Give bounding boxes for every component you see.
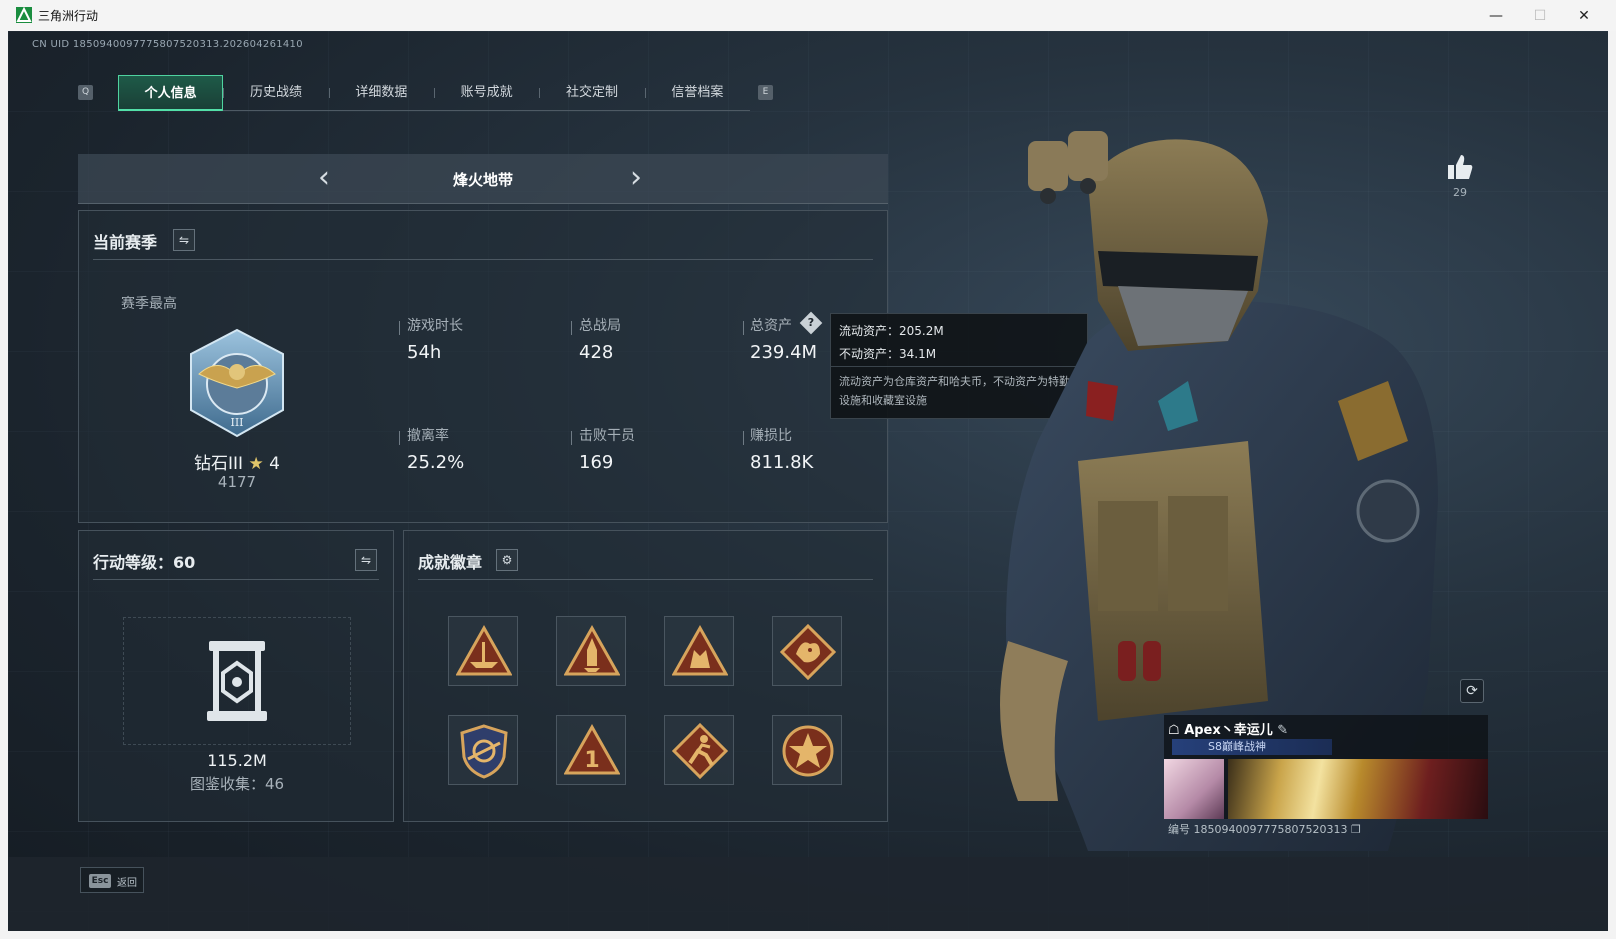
stat-label-extract-rate: 撤离率 [407,428,449,444]
tab-next-key[interactable]: E [758,85,773,100]
tab-bar: Q 个人信息 历史战绩 详细数据 账号成就 社交定制 信誉档案 E [78,75,778,111]
tab-history[interactable]: 历史战绩 [223,75,328,111]
mode-selector: ‹ 烽火地带 › [78,154,888,204]
thumbs-up-icon[interactable] [1446,153,1474,181]
close-button[interactable]: ✕ [1564,4,1604,28]
app-window: 三角洲行动 — ☐ ✕ CN UID 185094009777580752031… [0,0,1616,939]
achievements-panel: 成就徽章 ⚙ 1 [403,530,888,822]
dragon-badge-icon[interactable] [772,616,842,686]
tab-reputation[interactable]: 信誉档案 [644,75,750,111]
id-card-icon: ☖ [1168,723,1180,738]
ship-badge-icon[interactable] [448,616,518,686]
shield-badge-icon[interactable] [448,715,518,785]
esc-key: Esc [89,874,111,888]
season-panel: 当前赛季 ⇋ 赛季最高 III 钻石III ★ 4 4177 游戏时长 54h … [78,210,888,523]
stat-value-playtime: 54h [407,342,442,363]
wolf-badge-icon[interactable] [664,616,734,686]
number-one-badge-icon[interactable]: 1 [556,715,626,785]
player-name: ☖ Apex丶幸运儿 ✎ [1168,723,1289,738]
stat-label-profit-ratio: 赚损比 [750,428,792,444]
rank-line: 钻石III ★ 4 [119,449,355,474]
likes-count: 29 [1453,186,1467,199]
tabs-row: 个人信息 历史战绩 详细数据 账号成就 社交定制 信誉档案 [118,75,750,111]
level-value: 115.2M [207,751,267,770]
back-button[interactable]: Esc 返回 [80,867,144,893]
level-panel: 行动等级：60 ⇋ 115.2M 图鉴收集：46 [78,530,394,822]
rotate-model-icon[interactable]: ⟳ [1460,679,1484,703]
tab-achievements[interactable]: 账号成就 [434,75,539,111]
gear-icon[interactable]: ⚙ [496,549,518,571]
divider [418,579,873,580]
tab-detailed-data[interactable]: 详细数据 [328,75,434,111]
title-badge: S8巅峰战神 [1172,739,1332,755]
window-title: 三角洲行动 [38,9,99,23]
back-label: 返回 [117,878,137,889]
tab-personal-info[interactable]: 个人信息 [118,75,224,111]
copy-icon[interactable]: ❐ [1351,823,1361,836]
bottom-bar [8,857,1608,931]
svg-text:III: III [230,416,243,429]
rank-stars: 4 [269,454,280,474]
player-id: 编号 1850940097775807520313 ❐ [1168,823,1361,836]
star-badge-icon[interactable] [772,715,842,785]
stat-label-assets: 总资产 [750,318,792,334]
rank-emblem-icon: III [190,328,284,438]
chevron-right-icon[interactable]: › [630,162,642,194]
tooltip-liquid: 流动资产：205.2M [839,324,944,338]
game-viewport: CN UID 1850940097775807520313.2026042614… [8,31,1608,931]
stat-value-assets: 239.4M [750,342,818,363]
stat-value-extract-rate: 25.2% [407,452,465,473]
runner-badge-icon[interactable] [664,715,734,785]
divider [93,579,379,580]
rocket-badge-icon[interactable] [556,616,626,686]
minimize-button[interactable]: — [1476,4,1516,28]
title-bar: 三角洲行动 — ☐ ✕ [0,0,1616,31]
stat-label-playtime: 游戏时长 [407,318,463,334]
mode-name: 烽火地带 [452,171,513,189]
switch-season-icon[interactable]: ⇋ [173,229,195,251]
stat-label-kills: 击败干员 [579,428,635,444]
stat-value-matches: 428 [579,342,614,363]
switch-level-icon[interactable]: ⇋ [355,549,377,571]
tab-social[interactable]: 社交定制 [539,75,644,111]
stat-value-profit-ratio: 811.8K [750,452,814,473]
avatar[interactable] [1164,759,1224,819]
tooltip-fixed: 不动资产：34.1M [839,347,937,361]
uid-line: CN UID 1850940097775807520313.2026042614… [32,39,303,50]
tab-prev-key[interactable]: Q [78,85,93,100]
rank-name: 钻石III [194,454,244,474]
achievements-title: 成就徽章 [418,553,483,572]
rank-score: 4177 [217,473,257,491]
level-title: 行动等级：60 [93,553,196,572]
season-best-label: 赛季最高 [121,296,177,312]
help-mark: ? [807,316,815,329]
collection-icon[interactable] [203,639,271,723]
collection-count: 图鉴收集：46 [189,775,285,793]
maximize-button[interactable]: ☐ [1520,4,1560,28]
divider [93,259,873,260]
profile-banner [1228,759,1488,819]
svg-text:1: 1 [584,748,599,773]
profile-card[interactable]: ☖ Apex丶幸运儿 ✎ S8巅峰战神 [1164,715,1488,819]
stat-label-matches: 总战局 [579,318,621,334]
stat-value-kills: 169 [579,452,614,473]
season-title: 当前赛季 [93,233,158,252]
app-logo-icon [16,7,32,23]
edit-icon[interactable]: ✎ [1277,723,1288,738]
star-icon: ★ [248,454,264,474]
